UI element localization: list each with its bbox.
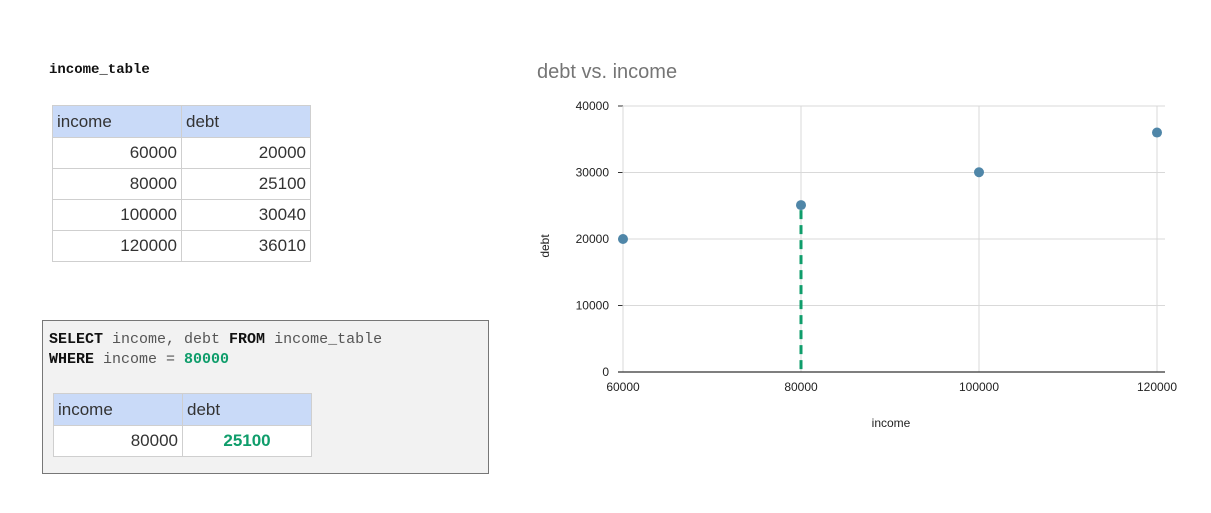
data-point [618, 234, 628, 244]
y-tick-label: 40000 [576, 99, 610, 113]
scatter-chart: 0 10000 20000 30000 40000 60000 80000 100000 120… [538, 99, 1177, 430]
y-tick-label: 20000 [576, 232, 610, 246]
data-point [1152, 127, 1162, 138]
y-tick-label: 30000 [576, 166, 610, 180]
x-axis-title: income [872, 416, 911, 430]
data-point [796, 200, 806, 211]
y-axis-title: debt [538, 234, 552, 258]
x-tick-label: 120000 [1137, 380, 1177, 394]
x-tick-label: 100000 [959, 380, 999, 394]
x-tick-label: 60000 [606, 380, 640, 394]
x-tick-label: 80000 [784, 380, 818, 394]
y-tick-label: 10000 [576, 299, 610, 313]
data-point [974, 167, 984, 178]
y-tick-label: 0 [602, 365, 609, 379]
